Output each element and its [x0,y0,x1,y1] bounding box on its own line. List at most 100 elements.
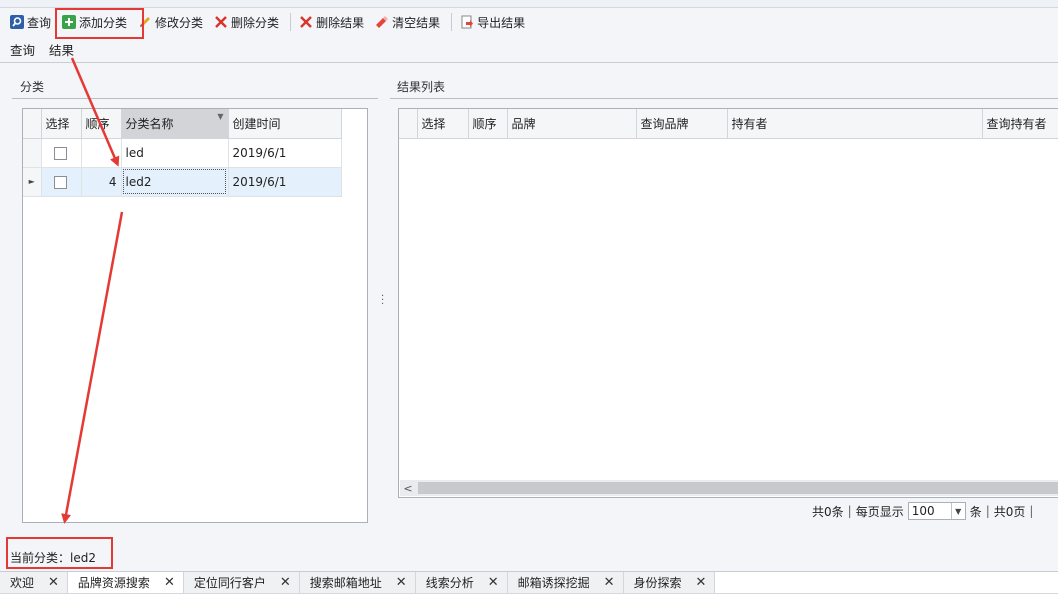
column-header[interactable]: 品牌 [506,109,637,139]
page-size-select[interactable]: 100 ▼ [907,502,966,520]
delete-icon [299,15,313,29]
pager-divider: | [985,504,990,518]
scroll-left-icon[interactable]: < [400,482,416,495]
query-label: 查询 [27,15,52,30]
column-header[interactable]: 选择 [416,109,469,139]
annotation-box-add-button [55,8,144,39]
pager-total: 共0条 [812,504,844,519]
pager-unit: 条 [969,504,982,519]
order-cell: 4 [80,166,122,197]
result-group-title: 结果列表 [397,80,446,94]
toolbar-separator [290,13,292,31]
row-checkbox[interactable] [53,146,67,160]
pager: 共0条 | 每页显示 100 ▼ 条 | 共0页 | [812,500,1033,522]
name-cell[interactable]: led [120,137,229,168]
tab-welcome[interactable]: 欢迎 ✕ [0,572,68,593]
created-cell: 2019/6/1 [227,166,342,197]
column-header[interactable]: 持有者 [726,109,983,139]
category-group-title: 分类 [20,80,45,94]
edit-category-label: 修改分类 [155,15,204,30]
close-icon[interactable]: ✕ [604,575,615,590]
tab-locate-peers[interactable]: 定位同行客户 ✕ [184,572,300,593]
row-checkbox[interactable] [53,175,67,189]
ribbon-menu: 查询 结果 [0,38,88,60]
column-header[interactable]: 顺序 [467,109,508,139]
tab-label: 线索分析 [425,576,474,590]
select-cell[interactable] [40,166,82,197]
menu-divider [0,62,1058,63]
close-icon[interactable]: ✕ [280,575,291,590]
delete-result-button[interactable]: 删除结果 [295,11,368,33]
category-table: 选择 顺序 分类名称 ▼ 创建时间 led 2019/6/1 ► 4 led2 [23,109,342,197]
menu-result[interactable]: 结果 [49,40,74,59]
tab-label: 欢迎 [10,576,35,590]
category-table-header: 选择 顺序 分类名称 ▼ 创建时间 [23,109,342,139]
category-grid: 选择 顺序 分类名称 ▼ 创建时间 led 2019/6/1 ► 4 led2 [22,108,368,523]
table-row[interactable]: led 2019/6/1 [23,137,342,168]
export-result-label: 导出结果 [477,15,526,30]
category-group-rule [12,98,378,99]
pager-per-page-label: 每页显示 [855,504,904,519]
column-header-category-name[interactable]: 分类名称 ▼ [120,109,229,139]
tab-brand-search[interactable]: 品牌资源搜索 ✕ [67,572,184,593]
panel-splitter[interactable]: · · · [381,292,384,310]
toolbar: 查询 添加分类 修改分类 删除分类 删除结果 清空结果 导出结果 [0,8,1058,36]
bottom-strip [0,593,1058,603]
export-icon [460,15,474,29]
scrollbar-thumb[interactable] [418,482,1058,494]
close-icon[interactable]: ✕ [396,575,407,590]
tab-email-mining[interactable]: 邮箱诱探挖掘 ✕ [508,572,624,593]
select-cell[interactable] [40,137,82,168]
filter-icon[interactable]: ▼ [217,112,223,121]
delete-result-label: 删除结果 [316,15,365,30]
document-tabs: 欢迎 ✕ 品牌资源搜索 ✕ 定位同行客户 ✕ 搜索邮箱地址 ✕ 线索分析 ✕ 邮箱诱探挖掘… [0,571,1058,593]
tab-email-search[interactable]: 搜索邮箱地址 ✕ [300,572,416,593]
tab-strip-empty [715,572,1058,593]
tab-label: 搜索邮箱地址 [309,576,382,590]
eraser-icon [375,15,389,29]
clear-result-label: 清空结果 [392,15,441,30]
column-header[interactable]: 查询持有者 [981,109,1058,139]
column-header-label: 分类名称 [125,116,174,131]
pager-divider: | [847,504,852,518]
chevron-down-icon[interactable]: ▼ [950,503,965,519]
column-header[interactable]: 选择 [40,109,82,139]
result-grid: 选择 顺序 品牌 查询品牌 持有者 查询持有者 < [398,108,1058,498]
edit-category-button[interactable]: 修改分类 [134,11,207,33]
table-row-selected[interactable]: ► 4 led2 2019/6/1 [23,166,342,197]
search-icon [10,15,24,29]
row-header-corner [23,109,42,139]
row-header[interactable] [23,137,42,168]
column-header[interactable]: 查询品牌 [635,109,728,139]
horizontal-scrollbar[interactable]: < [400,480,1058,496]
close-icon[interactable]: ✕ [696,575,707,590]
export-result-button[interactable]: 导出结果 [456,11,529,33]
delete-category-button[interactable]: 删除分类 [210,11,283,33]
clear-result-button[interactable]: 清空结果 [371,11,444,33]
result-table-header: 选择 顺序 品牌 查询品牌 持有者 查询持有者 [399,109,1058,139]
tab-identity[interactable]: 身份探索 ✕ [624,572,716,593]
annotation-box-current-category [6,537,113,569]
page-size-value: 100 [911,504,935,518]
query-button[interactable]: 查询 [6,11,55,33]
row-indicator-icon: ► [23,166,42,197]
tab-label: 定位同行客户 [193,576,266,590]
tab-label: 邮箱诱探挖掘 [517,576,590,590]
delete-icon [214,15,228,29]
window-top-strip [0,0,1058,8]
column-header[interactable]: 顺序 [80,109,122,139]
column-header[interactable]: 创建时间 [227,109,342,139]
close-icon[interactable]: ✕ [488,575,499,590]
tab-label: 身份探索 [633,576,682,590]
close-icon[interactable]: ✕ [48,575,59,590]
pager-divider: | [1029,504,1034,518]
result-table: 选择 顺序 品牌 查询品牌 持有者 查询持有者 [399,109,1058,139]
name-cell[interactable]: led2 [120,166,229,197]
pager-pages: 共0页 [993,504,1026,519]
created-cell: 2019/6/1 [227,137,342,168]
toolbar-separator [451,13,453,31]
close-icon[interactable]: ✕ [164,575,175,590]
order-cell [80,137,122,168]
menu-query[interactable]: 查询 [10,40,35,59]
tab-lead-analysis[interactable]: 线索分析 ✕ [416,572,508,593]
